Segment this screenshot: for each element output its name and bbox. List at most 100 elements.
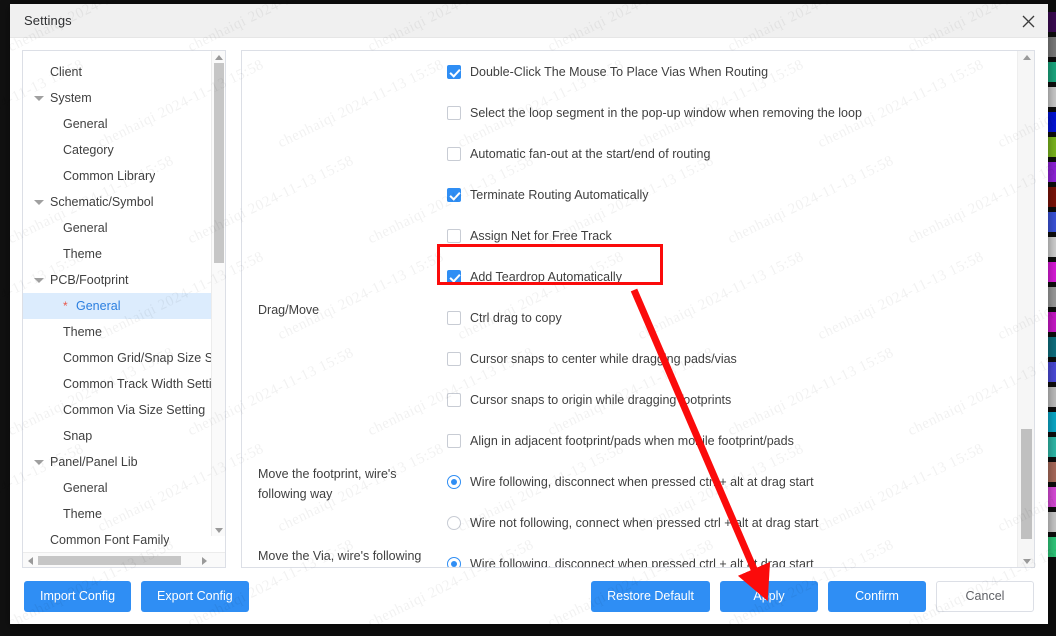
sidebar-item-general[interactable]: General — [23, 111, 225, 137]
checkbox-indicator[interactable] — [447, 269, 461, 284]
background-left-strip — [0, 0, 10, 636]
sidebar-item-label: Theme — [63, 247, 102, 261]
option-label: Terminate Routing Automatically — [470, 187, 649, 202]
sidebar-item-common-track-width-settin[interactable]: Common Track Width Settin — [23, 371, 225, 397]
sidebar-item-theme[interactable]: Theme — [23, 319, 225, 345]
sidebar-item-label: Snap — [63, 429, 93, 443]
option-label: Cursor snaps to origin while dragging fo… — [470, 392, 732, 407]
sidebar-item-general[interactable]: General — [23, 475, 225, 501]
sidebar-item-theme[interactable]: Theme — [23, 241, 225, 267]
background-palette-swatch — [1048, 437, 1056, 457]
export-config-button[interactable]: Export Config — [141, 580, 249, 612]
checkbox-indicator[interactable] — [447, 64, 461, 79]
sidebar-item-common-via-size-setting[interactable]: Common Via Size Setting — [23, 397, 225, 423]
radio-indicator[interactable] — [447, 515, 461, 530]
sidebar-item-system[interactable]: System — [23, 85, 225, 111]
radio-indicator[interactable] — [447, 474, 461, 489]
sidebar-item-client[interactable]: Client — [23, 59, 225, 85]
footer-left-buttons: Import Config Export Config — [24, 580, 249, 612]
sidebar-item-general[interactable]: General — [23, 215, 225, 241]
checkbox-double-click-the-mouse-to-place-vias-when-routin[interactable]: Double-Click The Mouse To Place Vias Whe… — [447, 51, 1016, 92]
checkbox-add-teardrop-automatically[interactable]: Add Teardrop Automatically — [447, 256, 1016, 297]
background-palette-swatch — [1048, 87, 1056, 107]
sidebar-item-panel-panel-lib[interactable]: Panel/Panel Lib — [23, 449, 225, 475]
content-vertical-scroll-thumb[interactable] — [1021, 429, 1032, 539]
footer-right-buttons: Restore Default Apply Confirm Cancel — [591, 580, 1034, 612]
checkbox-assign-net-for-free-track[interactable]: Assign Net for Free Track — [447, 215, 1016, 256]
background-palette-swatch — [1048, 187, 1056, 207]
sidebar-vertical-scrollbar[interactable] — [211, 51, 225, 536]
checkbox-indicator[interactable] — [447, 310, 461, 325]
checkbox-cursor-snaps-to-center-while-dragging-pads-vias[interactable]: Cursor snaps to center while dragging pa… — [447, 338, 1016, 379]
sidebar-item-label: Theme — [63, 507, 102, 521]
settings-group-label: Drag/Move — [258, 303, 320, 317]
sidebar-horizontal-scrollbar[interactable] — [23, 552, 225, 567]
sidebar-item-common-library[interactable]: Common Library — [23, 163, 225, 189]
sidebar-vertical-scroll-thumb[interactable] — [214, 63, 224, 263]
checkbox-terminate-routing-automatically[interactable]: Terminate Routing Automatically — [447, 174, 1016, 215]
sidebar-item-general[interactable]: * General — [23, 293, 225, 319]
radio-indicator[interactable] — [447, 556, 461, 567]
option-label: Ctrl drag to copy — [470, 310, 562, 325]
checkbox-align-in-adjacent-footprint-pads-when-mobile-foo[interactable]: Align in adjacent footprint/pads when mo… — [447, 420, 1016, 461]
checkbox-select-the-loop-segment-in-the-pop-up-window-whe[interactable]: Select the loop segment in the pop-up wi… — [447, 92, 1016, 133]
background-palette-swatch — [1048, 387, 1056, 407]
background-palette-swatch — [1048, 112, 1056, 132]
settings-tree: Client System General Category Common Librar… — [23, 59, 225, 552]
sidebar-item-label: General — [63, 481, 108, 495]
content-vertical-scrollbar[interactable] — [1017, 51, 1034, 567]
sidebar-item-pcb-footprint[interactable]: PCB/Footprint — [23, 267, 225, 293]
option-label: Automatic fan-out at the start/end of ro… — [470, 146, 711, 161]
sidebar-item-label: Schematic/Symbol — [50, 195, 154, 209]
sidebar-item-snap[interactable]: Snap — [23, 423, 225, 449]
sidebar-scroll-down-icon[interactable] — [212, 524, 225, 536]
background-palette-swatch — [1048, 237, 1056, 257]
content-scroll-up-icon[interactable] — [1018, 51, 1034, 63]
settings-group: Double-Click The Mouse To Place Vias Whe… — [242, 51, 1016, 297]
checkbox-indicator[interactable] — [447, 105, 461, 120]
background-palette-swatch — [1048, 337, 1056, 357]
content-scroll-down-icon[interactable] — [1018, 555, 1034, 567]
radio-wire-following-disconnect-when-pressed-ctrl-alt-[interactable]: Wire following, disconnect when pressed … — [447, 543, 1016, 568]
sidebar-item-theme[interactable]: Theme — [23, 501, 225, 527]
chevron-down-icon[interactable] — [33, 196, 45, 208]
sidebar-horizontal-scroll-thumb[interactable] — [38, 556, 181, 565]
import-config-button[interactable]: Import Config — [24, 580, 132, 612]
checkbox-indicator[interactable] — [447, 392, 461, 407]
chevron-down-icon[interactable] — [33, 92, 45, 104]
chevron-down-icon[interactable] — [33, 274, 45, 286]
radio-wire-not-following-connect-when-pressed-ctrl-alt[interactable]: Wire not following, connect when pressed… — [447, 502, 1016, 543]
checkbox-indicator[interactable] — [447, 187, 461, 202]
sidebar-scroll-left-icon[interactable] — [23, 553, 37, 568]
close-icon[interactable] — [1016, 9, 1040, 33]
background-palette-swatch — [1048, 212, 1056, 232]
sidebar-item-category[interactable]: Category — [23, 137, 225, 163]
sidebar-item-common-font-family[interactable]: Common Font Family — [23, 527, 225, 552]
background-palette-swatch — [1048, 537, 1056, 557]
apply-button[interactable]: Apply — [720, 580, 818, 612]
checkbox-automatic-fan-out-at-the-start-end-of-routing[interactable]: Automatic fan-out at the start/end of ro… — [447, 133, 1016, 174]
sidebar-item-common-grid-snap-size-se[interactable]: Common Grid/Snap Size Se — [23, 345, 225, 371]
cancel-button[interactable]: Cancel — [936, 580, 1034, 612]
sidebar-item-schematic-symbol[interactable]: Schematic/Symbol — [23, 189, 225, 215]
sidebar-scroll-up-icon[interactable] — [212, 51, 225, 63]
settings-group-options: Wire following, disconnect when pressed … — [447, 461, 1016, 543]
settings-content-panel: Double-Click The Mouse To Place Vias Whe… — [241, 50, 1035, 568]
restore-default-button[interactable]: Restore Default — [591, 580, 710, 612]
checkbox-indicator[interactable] — [447, 433, 461, 448]
checkbox-indicator[interactable] — [447, 351, 461, 366]
checkbox-indicator[interactable] — [447, 228, 461, 243]
confirm-button[interactable]: Confirm — [828, 580, 926, 612]
sidebar-item-label: Theme — [63, 325, 102, 339]
chevron-down-icon[interactable] — [33, 456, 45, 468]
dialog-body: Client System General Category Common Librar… — [10, 38, 1048, 568]
option-label: Wire following, disconnect when pressed … — [470, 556, 814, 568]
settings-group-options: Wire following, disconnect when pressed … — [447, 543, 1016, 568]
checkbox-ctrl-drag-to-copy[interactable]: Ctrl drag to copy — [447, 297, 1016, 338]
checkbox-cursor-snaps-to-origin-while-dragging-footprints[interactable]: Cursor snaps to origin while dragging fo… — [447, 379, 1016, 420]
radio-wire-following-disconnect-when-pressed-ctrl-alt-[interactable]: Wire following, disconnect when pressed … — [447, 461, 1016, 502]
checkbox-indicator[interactable] — [447, 146, 461, 161]
sidebar-scroll-right-icon[interactable] — [197, 553, 211, 568]
